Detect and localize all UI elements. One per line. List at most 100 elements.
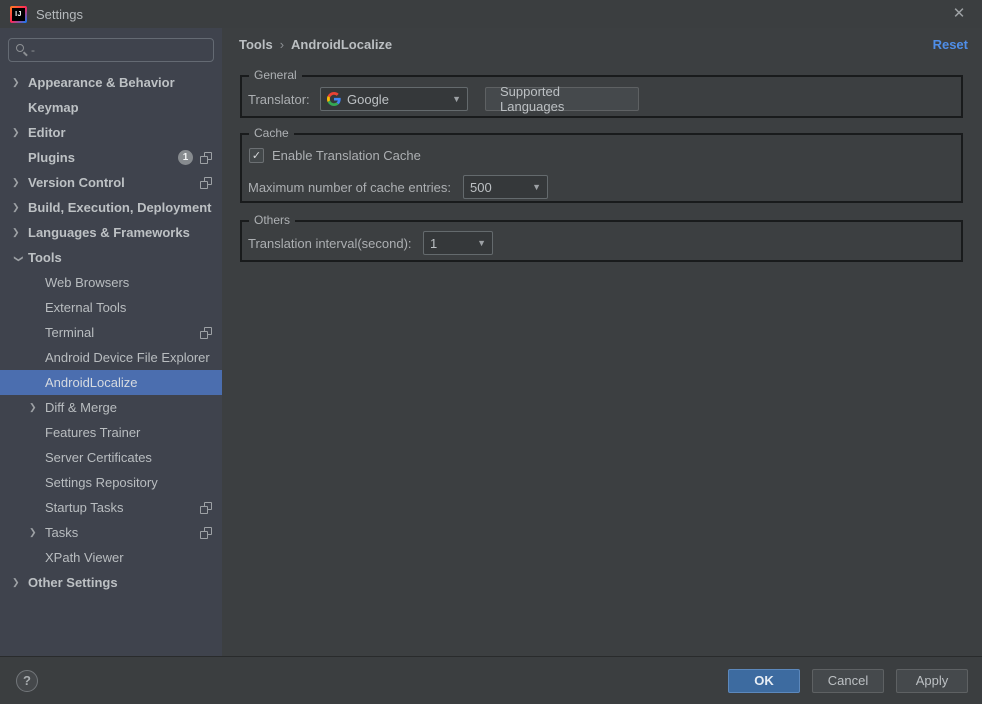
sidebar-item-label: XPath Viewer <box>45 550 124 565</box>
settings-sidebar: - ❯Appearance & Behavior❯Keymap❯Editor❯P… <box>0 28 222 656</box>
chevron-right-icon[interactable]: ❯ <box>29 402 45 413</box>
sidebar-item-label: AndroidLocalize <box>45 375 138 390</box>
sidebar-item-server-certificates[interactable]: ❯Server Certificates <box>0 445 222 470</box>
sidebar-item-plugins[interactable]: ❯Plugins1 <box>0 145 222 170</box>
sidebar-item-label: External Tools <box>45 300 126 315</box>
sidebar-item-label: Appearance & Behavior <box>28 75 175 90</box>
supported-languages-button[interactable]: Supported Languages <box>485 87 639 111</box>
chevron-right-icon[interactable]: ❯ <box>12 77 28 88</box>
sidebar-item-label: Tools <box>28 250 62 265</box>
sidebar-item-label: Diff & Merge <box>45 400 117 415</box>
enable-translation-cache-checkbox[interactable]: ✓ <box>249 148 264 163</box>
sidebar-item-label: Build, Execution, Deployment <box>28 200 211 215</box>
apply-button[interactable]: Apply <box>896 669 968 693</box>
sidebar-item-build-execution-deployment[interactable]: ❯Build, Execution, Deployment <box>0 195 222 220</box>
google-logo-icon <box>327 92 341 106</box>
window-title: Settings <box>36 7 83 22</box>
sidebar-item-label: Features Trainer <box>45 425 140 440</box>
cache-group-title: Cache <box>249 126 294 140</box>
sidebar-item-label: Terminal <box>45 325 94 340</box>
sidebar-item-terminal[interactable]: ❯Terminal <box>0 320 222 345</box>
breadcrumb-separator-icon: › <box>280 37 284 52</box>
project-settings-icon <box>200 177 212 189</box>
project-settings-icon <box>200 527 212 539</box>
sidebar-item-editor[interactable]: ❯Editor <box>0 120 222 145</box>
sidebar-item-external-tools[interactable]: ❯External Tools <box>0 295 222 320</box>
breadcrumb-parent[interactable]: Tools <box>239 37 273 52</box>
max-cache-entries-select[interactable]: 500 ▼ <box>463 175 548 199</box>
max-cache-entries-value: 500 <box>470 180 492 195</box>
sidebar-item-features-trainer[interactable]: ❯Features Trainer <box>0 420 222 445</box>
chevron-right-icon[interactable]: ❯ <box>12 177 28 188</box>
title-bar: IJ Settings ✕ <box>0 0 982 28</box>
project-settings-icon <box>200 502 212 514</box>
translator-value: Google <box>347 92 389 107</box>
sidebar-item-label: Version Control <box>28 175 125 190</box>
sidebar-item-label: Web Browsers <box>45 275 129 290</box>
chevron-right-icon[interactable]: ❯ <box>12 202 28 213</box>
settings-dialog: IJ Settings ✕ - ❯Appearance & Behavior❯K… <box>0 0 982 704</box>
enable-translation-cache-label: Enable Translation Cache <box>272 148 421 163</box>
sidebar-item-appearance-behavior[interactable]: ❯Appearance & Behavior <box>0 70 222 95</box>
sidebar-item-tasks[interactable]: ❯Tasks <box>0 520 222 545</box>
project-settings-icon <box>200 327 212 339</box>
max-cache-entries-label: Maximum number of cache entries: <box>248 180 451 195</box>
sidebar-item-label: Server Certificates <box>45 450 152 465</box>
settings-content: Tools › AndroidLocalize Reset General Tr… <box>222 28 982 656</box>
reset-link[interactable]: Reset <box>933 37 968 52</box>
sidebar-item-startup-tasks[interactable]: ❯Startup Tasks <box>0 495 222 520</box>
sidebar-item-label: Editor <box>28 125 66 140</box>
cache-group: Cache ✓ Enable Translation Cache Maximum… <box>240 133 963 203</box>
chevron-right-icon[interactable]: ❯ <box>29 527 45 538</box>
plugin-count-badge: 1 <box>178 150 193 165</box>
dropdown-arrow-icon: ▼ <box>532 182 541 192</box>
chevron-down-icon[interactable]: ❯ <box>13 255 24 271</box>
sidebar-item-androidlocalize[interactable]: ❯AndroidLocalize <box>0 370 222 395</box>
sidebar-item-tools[interactable]: ❯ Tools <box>0 245 222 270</box>
sidebar-item-label: Startup Tasks <box>45 500 124 515</box>
project-settings-icon <box>200 152 212 164</box>
sidebar-item-other-settings[interactable]: ❯Other Settings <box>0 570 222 595</box>
general-group: General Translator: Google ▼ Supported L… <box>240 75 963 118</box>
dialog-footer: ? OK Cancel Apply <box>0 656 982 704</box>
sidebar-item-diff-merge[interactable]: ❯Diff & Merge <box>0 395 222 420</box>
ok-button[interactable]: OK <box>728 669 800 693</box>
chevron-right-icon[interactable]: ❯ <box>12 577 28 588</box>
others-group: Others Translation interval(second): 1 ▼ <box>240 220 963 262</box>
sidebar-item-version-control[interactable]: ❯Version Control <box>0 170 222 195</box>
search-hint: - <box>31 43 35 57</box>
others-group-title: Others <box>249 213 295 227</box>
translation-interval-value: 1 <box>430 236 437 251</box>
sidebar-item-label: Plugins <box>28 150 75 165</box>
sidebar-item-keymap[interactable]: ❯Keymap <box>0 95 222 120</box>
sidebar-item-xpath-viewer[interactable]: ❯XPath Viewer <box>0 545 222 570</box>
translation-interval-label: Translation interval(second): <box>248 236 412 251</box>
sidebar-item-languages-frameworks[interactable]: ❯Languages & Frameworks <box>0 220 222 245</box>
breadcrumb-current: AndroidLocalize <box>291 37 392 52</box>
translator-select[interactable]: Google ▼ <box>320 87 468 111</box>
chevron-right-icon[interactable]: ❯ <box>12 127 28 138</box>
breadcrumb: Tools › AndroidLocalize <box>239 37 392 52</box>
sidebar-item-settings-repository[interactable]: ❯Settings Repository <box>0 470 222 495</box>
help-button[interactable]: ? <box>16 670 38 692</box>
dropdown-arrow-icon: ▼ <box>452 94 461 104</box>
translator-label: Translator: <box>248 92 310 107</box>
search-icon <box>15 43 29 57</box>
general-group-title: General <box>249 68 302 82</box>
chevron-right-icon[interactable]: ❯ <box>12 227 28 238</box>
sidebar-item-label: Tasks <box>45 525 78 540</box>
sidebar-item-web-browsers[interactable]: ❯Web Browsers <box>0 270 222 295</box>
close-icon[interactable]: ✕ <box>950 5 968 23</box>
dropdown-arrow-icon: ▼ <box>477 238 486 248</box>
search-input[interactable]: - <box>8 38 214 62</box>
sidebar-item-label: Settings Repository <box>45 475 158 490</box>
sidebar-item-label: Android Device File Explorer <box>45 350 210 365</box>
sidebar-item-label: Other Settings <box>28 575 118 590</box>
cancel-button[interactable]: Cancel <box>812 669 884 693</box>
sidebar-item-android-device-file-explorer[interactable]: ❯Android Device File Explorer <box>0 345 222 370</box>
translation-interval-select[interactable]: 1 ▼ <box>423 231 493 255</box>
sidebar-item-label: Keymap <box>28 100 79 115</box>
sidebar-item-label: Languages & Frameworks <box>28 225 190 240</box>
intellij-logo-icon: IJ <box>10 6 27 23</box>
settings-tree: ❯Appearance & Behavior❯Keymap❯Editor❯Plu… <box>0 70 222 595</box>
